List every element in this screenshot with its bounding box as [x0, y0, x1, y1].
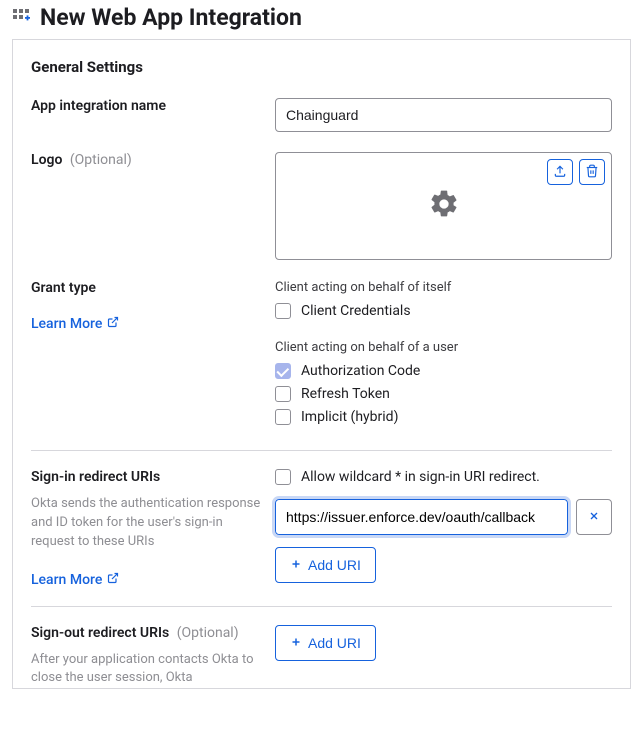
optional-text: (Optional) [177, 625, 239, 641]
refresh-token-label: Refresh Token [301, 386, 390, 402]
signin-learn-more-link[interactable]: Learn More [31, 572, 119, 588]
page-title: New Web App Integration [40, 4, 302, 31]
page-header: New Web App Integration [0, 0, 643, 39]
signin-uris-row: Sign-in redirect URIs Okta sends the aut… [31, 469, 612, 588]
grant-self-section: Client acting on behalf of itself [275, 280, 612, 295]
grant-user-section: Client acting on behalf of a user [275, 340, 612, 355]
app-name-row: App integration name [31, 98, 612, 132]
remove-uri-button[interactable] [576, 499, 612, 535]
plus-icon [290, 557, 302, 573]
wildcard-checkbox[interactable] [275, 469, 291, 485]
signin-label: Sign-in redirect URIs [31, 469, 160, 485]
upload-logo-button[interactable] [547, 159, 573, 185]
signin-uri-input[interactable] [276, 500, 567, 534]
auth-code-label: Authorization Code [301, 363, 420, 379]
upload-icon [553, 164, 567, 181]
wildcard-label: Allow wildcard * in sign-in URI redirect… [301, 469, 540, 485]
app-name-input[interactable] [275, 98, 612, 132]
auth-code-checkbox[interactable] [275, 363, 291, 379]
implicit-label: Implicit (hybrid) [301, 409, 398, 425]
gear-icon [428, 188, 460, 224]
divider [31, 450, 612, 451]
client-credentials-label: Client Credentials [301, 303, 411, 319]
logo-row: Logo (Optional) [31, 152, 612, 260]
implicit-checkbox[interactable] [275, 409, 291, 425]
close-icon [588, 510, 600, 525]
signout-help-text: After your application contacts Okta to … [31, 651, 265, 689]
general-settings-panel: General Settings App integration name Lo… [12, 39, 631, 689]
grant-type-label: Grant type [31, 280, 96, 296]
signin-help-text: Okta sends the authentication response a… [31, 495, 265, 552]
grant-type-row: Grant type Learn More Client acting on b… [31, 280, 612, 432]
add-signout-uri-button[interactable]: Add URI [275, 625, 376, 661]
signout-label: Sign-out redirect URIs [31, 625, 169, 641]
grant-learn-more-link[interactable]: Learn More [31, 316, 119, 332]
logo-upload-box[interactable] [275, 152, 612, 260]
refresh-token-checkbox[interactable] [275, 386, 291, 402]
signout-uris-row: Sign-out redirect URIs (Optional) After … [31, 625, 612, 689]
app-name-label: App integration name [31, 98, 166, 114]
trash-icon [585, 164, 599, 181]
client-credentials-checkbox[interactable] [275, 303, 291, 319]
delete-logo-button[interactable] [579, 159, 605, 185]
external-link-icon [107, 572, 119, 588]
app-grid-icon [12, 8, 32, 28]
plus-icon [290, 635, 302, 651]
optional-text: (Optional) [70, 152, 132, 168]
add-signin-uri-button[interactable]: Add URI [275, 547, 376, 583]
divider [31, 606, 612, 607]
external-link-icon [107, 316, 119, 332]
section-title: General Settings [31, 58, 612, 76]
logo-label: Logo [31, 152, 62, 168]
